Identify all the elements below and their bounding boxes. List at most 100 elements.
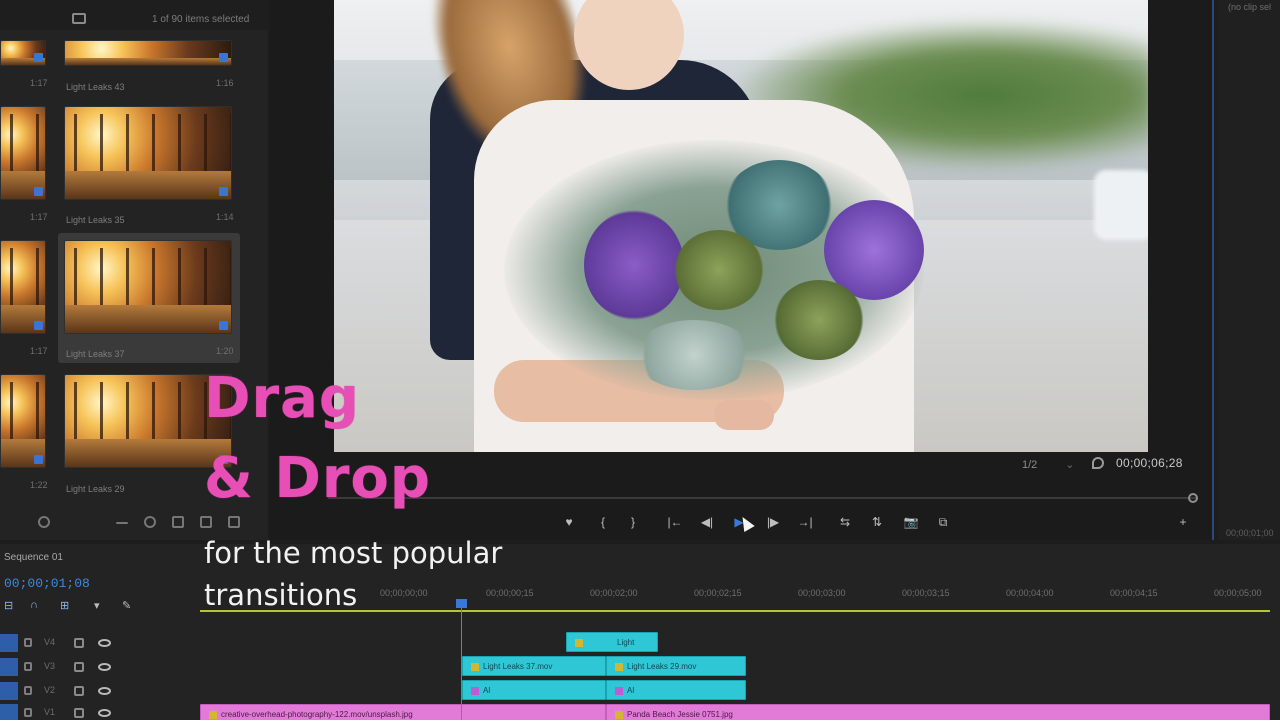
clip-thumbnail[interactable] xyxy=(0,106,46,200)
bride-hand xyxy=(714,400,774,430)
timeline-clip[interactable]: Al xyxy=(462,680,606,700)
track-name: V2 xyxy=(44,685,56,695)
clip-name: Al xyxy=(627,686,635,695)
button-editor-button[interactable]: + xyxy=(1174,515,1192,529)
wrench-icon[interactable]: ✎ xyxy=(122,599,131,612)
clip-duration: 1:16 xyxy=(216,78,234,88)
timeline-clip[interactable]: Light xyxy=(566,632,658,652)
settings-wrench-icon[interactable] xyxy=(1092,457,1104,469)
duration-timecode: 00;00;06;28 xyxy=(1116,456,1183,470)
track-header-v4: V4 xyxy=(0,632,196,654)
search-icon[interactable] xyxy=(144,516,156,528)
clip-name: Light xyxy=(617,638,635,647)
bin-icon[interactable] xyxy=(72,13,86,24)
clip-duration: 1:17 xyxy=(30,212,48,222)
new-item-icon[interactable] xyxy=(200,516,212,528)
clip-name: creative-overhead-photography-122.mov/un… xyxy=(221,710,413,719)
project-panel: 1 of 90 items selected 1:17 Light Leaks … xyxy=(0,0,268,540)
nest-icon[interactable]: ⊟ xyxy=(4,599,13,612)
step-forward-button[interactable]: |▶ xyxy=(764,515,782,529)
extract-button[interactable]: ⇅ xyxy=(868,515,886,529)
eye-icon[interactable] xyxy=(98,663,111,671)
linked-selection-icon[interactable]: ⊞ xyxy=(60,599,69,612)
marker-icon[interactable]: ▾ xyxy=(94,599,100,612)
clip-duration: 1:17 xyxy=(30,78,48,88)
track-header-v3: V3 xyxy=(0,656,196,678)
chevron-down-icon: ⌄ xyxy=(1065,459,1075,471)
clip-duration: 1:22 xyxy=(30,480,48,490)
clip-thumbnail[interactable] xyxy=(0,240,46,334)
clip-duration: 1:17 xyxy=(30,346,48,356)
timeline-clip[interactable]: Al xyxy=(606,680,746,700)
new-bin-icon[interactable] xyxy=(172,516,184,528)
clip-thumbnail[interactable] xyxy=(0,40,46,66)
current-timecode[interactable]: 00;00;01;08 xyxy=(4,576,90,591)
fx-badge-icon xyxy=(615,710,623,719)
go-to-in-button[interactable]: |← xyxy=(666,515,684,529)
lock-icon[interactable] xyxy=(24,686,32,695)
green-hydrangea xyxy=(674,230,764,310)
timeline-clip[interactable]: creative-overhead-photography-122.mov/un… xyxy=(200,704,606,720)
track-target[interactable] xyxy=(0,634,18,652)
lock-icon[interactable] xyxy=(24,708,32,717)
clip-name: Light Leaks 37.mov xyxy=(483,662,553,671)
fx-badge-icon xyxy=(471,686,479,695)
sync-lock-icon[interactable] xyxy=(74,686,84,696)
playhead-line xyxy=(461,608,462,720)
clip-thumbnail[interactable] xyxy=(64,374,232,468)
clip-thumbnail-selected[interactable] xyxy=(64,240,232,334)
track-target[interactable] xyxy=(0,704,18,720)
project-panel-header: 1 of 90 items selected xyxy=(0,0,268,30)
lift-button[interactable]: ⇆ xyxy=(836,515,854,529)
timeline-clip[interactable]: Panda Beach Jessie 0751.jpg xyxy=(606,704,1270,720)
fx-badge-icon xyxy=(471,662,479,671)
sync-lock-icon[interactable] xyxy=(74,638,84,648)
timeline-clip[interactable]: Light Leaks 37.mov xyxy=(462,656,606,676)
sync-lock-icon[interactable] xyxy=(74,662,84,672)
comparison-view-button[interactable]: ⧉ xyxy=(934,515,952,529)
timeline-panel: Sequence 01 00;00;01;08 ⊟ ∩ ⊞ ▾ ✎ 00;00;… xyxy=(0,544,1280,720)
export-frame-button[interactable]: 📷 xyxy=(902,515,920,529)
sort-icon[interactable] xyxy=(116,522,128,524)
clip-thumbnail[interactable] xyxy=(64,40,232,66)
clip-thumbnail[interactable] xyxy=(64,106,232,200)
ruler-tick: 00;00;02;15 xyxy=(694,588,742,598)
scrub-bar[interactable] xyxy=(328,497,1196,499)
scrub-end-handle[interactable] xyxy=(1188,493,1198,503)
program-video-frame[interactable] xyxy=(334,0,1148,452)
track-name: V1 xyxy=(44,707,56,717)
tab-sequence[interactable]: Sequence 01 xyxy=(4,552,63,563)
eye-icon[interactable] xyxy=(98,709,111,717)
eye-icon[interactable] xyxy=(98,639,111,647)
clip-label: Light Leaks 29 xyxy=(66,484,125,494)
clip-duration: 1:20 xyxy=(216,346,234,356)
eye-icon[interactable] xyxy=(98,687,111,695)
panel-text: (no clip sel xyxy=(1228,2,1272,12)
background-car xyxy=(1094,170,1148,240)
trash-icon[interactable] xyxy=(228,516,240,528)
track-target[interactable] xyxy=(0,682,18,700)
clip-name: Light Leaks 29.mov xyxy=(627,662,697,671)
ruler-tick: 00;00;02;00 xyxy=(590,588,638,598)
playhead-handle[interactable] xyxy=(456,599,467,608)
fit-value: 1/2 xyxy=(1022,459,1038,471)
clip-duration: 1:14 xyxy=(216,212,234,222)
track-name: V4 xyxy=(44,637,56,647)
go-to-out-button[interactable]: →| xyxy=(796,515,814,529)
clip-thumbnail[interactable] xyxy=(0,374,46,468)
sync-lock-icon[interactable] xyxy=(74,708,84,718)
lock-icon[interactable] xyxy=(24,638,32,647)
fit-select[interactable]: 1/2 ⌄ xyxy=(1022,458,1075,471)
mark-in-button[interactable]: { xyxy=(594,515,612,529)
purple-flower xyxy=(584,210,684,320)
add-marker-button[interactable]: ♥ xyxy=(560,515,578,529)
step-back-button[interactable]: ◀| xyxy=(698,515,716,529)
work-area-bar[interactable] xyxy=(200,610,1270,612)
timeline-clip[interactable]: Light Leaks 29.mov xyxy=(606,656,746,676)
track-target[interactable] xyxy=(0,658,18,676)
snap-icon[interactable]: ∩ xyxy=(30,599,38,611)
lock-icon[interactable] xyxy=(24,662,32,671)
zoom-slider-icon[interactable] xyxy=(38,516,50,528)
ruler-tick: 00;00;00;00 xyxy=(380,588,428,598)
mark-out-button[interactable]: } xyxy=(624,515,642,529)
